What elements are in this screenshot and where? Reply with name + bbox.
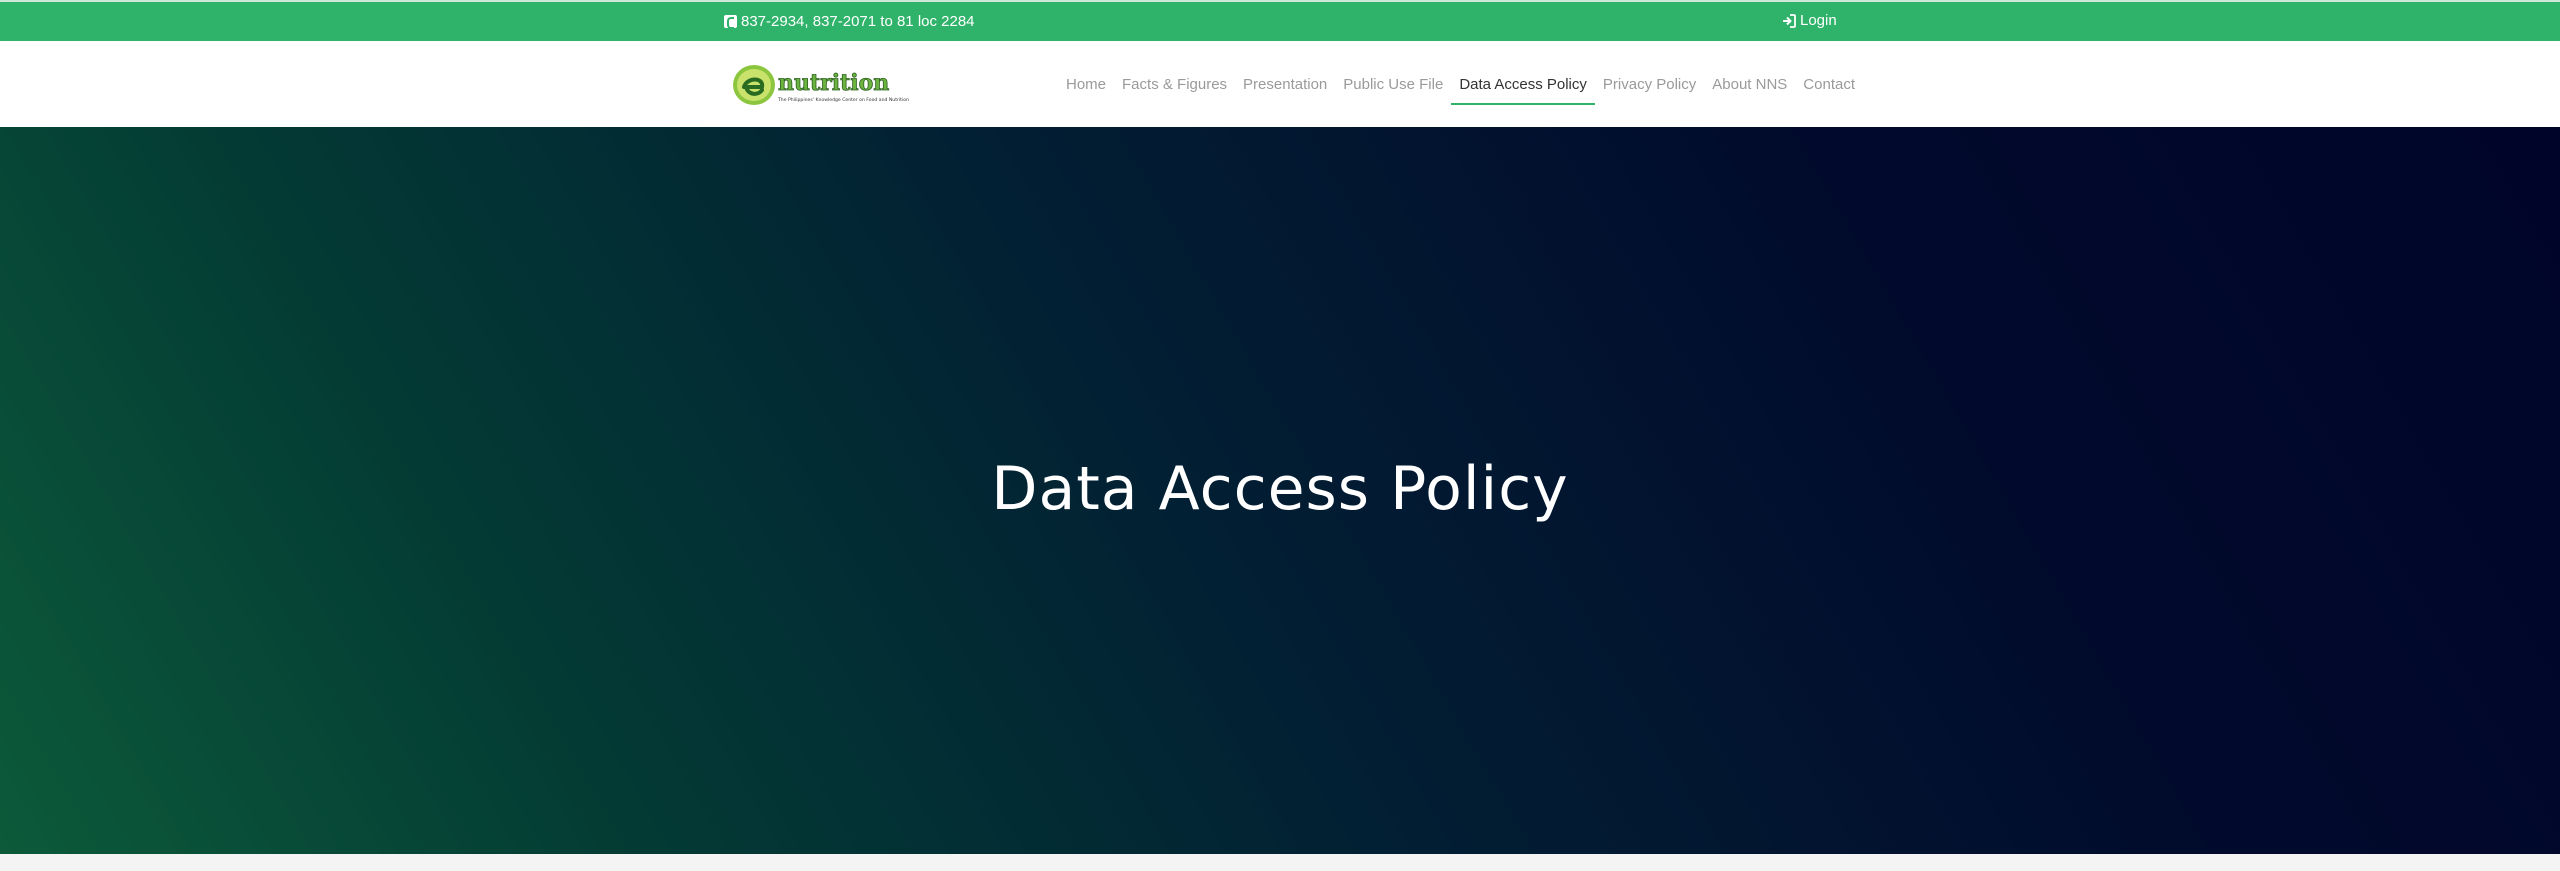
top-contact-bar: 837-2934, 837-2071 to 81 loc 2284 Login: [0, 0, 2560, 41]
nav-contact[interactable]: Contact: [1795, 41, 1863, 127]
content-start: [0, 854, 2560, 871]
login-label: Login: [1800, 12, 1837, 29]
nav-home[interactable]: Home: [1058, 41, 1114, 127]
svg-text:nutrition: nutrition: [778, 70, 889, 96]
page-title: Data Access Policy: [991, 453, 1569, 524]
hero-banner: Data Access Policy: [0, 127, 2560, 854]
nav-public-use-file[interactable]: Public Use File: [1335, 41, 1451, 127]
phone-number: 837-2934, 837-2071 to 81 loc 2284: [741, 13, 975, 30]
nav-privacy-policy[interactable]: Privacy Policy: [1595, 41, 1704, 127]
sign-in-icon: [1783, 13, 1796, 28]
phone-contact: 837-2934, 837-2071 to 81 loc 2284: [724, 13, 975, 30]
nav-presentation[interactable]: Presentation: [1235, 41, 1335, 127]
enutrition-logo[interactable]: nutrition The Philippines' Knowledge Cen…: [732, 63, 922, 109]
nav-menu: Home Facts & Figures Presentation Public…: [1058, 41, 1863, 127]
nav-facts-figures[interactable]: Facts & Figures: [1114, 41, 1235, 127]
nav-about-nns[interactable]: About NNS: [1704, 41, 1795, 127]
nav-data-access-policy[interactable]: Data Access Policy: [1451, 41, 1595, 127]
login-link[interactable]: Login: [1782, 12, 1837, 29]
phone-icon: [724, 15, 737, 29]
main-navbar: nutrition The Philippines' Knowledge Cen…: [0, 41, 2560, 127]
svg-text:The Philippines' Knowledge Cen: The Philippines' Knowledge Center on Foo…: [777, 97, 909, 103]
